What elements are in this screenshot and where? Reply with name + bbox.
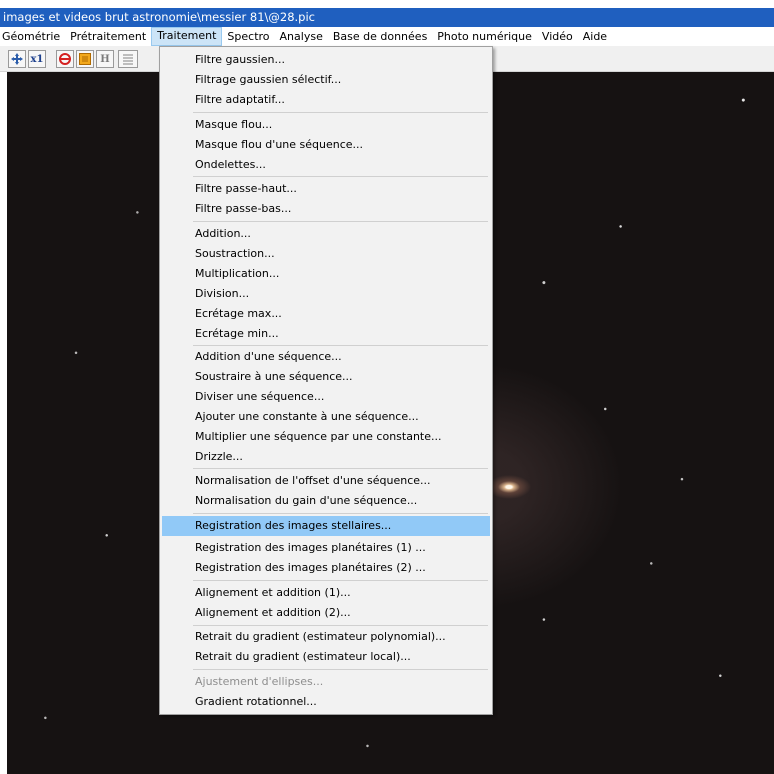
- menu-item-ecretage-max[interactable]: Ecrétage max...: [162, 304, 490, 324]
- menu-separator: [193, 112, 488, 113]
- list-icon[interactable]: [118, 50, 138, 68]
- menu-item-masque-flou-sequence[interactable]: Masque flou d'une séquence...: [162, 135, 490, 155]
- menu-item-soustraction[interactable]: Soustraction...: [162, 244, 490, 264]
- menu-item-multiplier-sequence-constante[interactable]: Multiplier une séquence par une constant…: [162, 427, 490, 447]
- menu-item-retrait-gradient-polynomial[interactable]: Retrait du gradient (estimateur polynomi…: [162, 627, 490, 647]
- menu-item-soustraire-sequence[interactable]: Soustraire à une séquence...: [162, 367, 490, 387]
- menu-item-addition[interactable]: Addition...: [162, 224, 490, 244]
- menu-separator: [193, 625, 488, 626]
- galaxy-m81: [487, 475, 531, 499]
- orange-square-icon[interactable]: [76, 50, 94, 68]
- menu-item-filtrage-gaussien-selectif[interactable]: Filtrage gaussien sélectif...: [162, 70, 490, 90]
- red-circle-icon[interactable]: [56, 50, 74, 68]
- h-button[interactable]: H: [96, 50, 114, 68]
- menu-separator: [193, 221, 488, 222]
- menu-item-masque-flou[interactable]: Masque flou...: [162, 115, 490, 135]
- menu-analyse[interactable]: Analyse: [275, 28, 328, 45]
- menu-item-gradient-rotationnel[interactable]: Gradient rotationnel...: [162, 692, 490, 712]
- menu-separator: [193, 345, 488, 346]
- menu-separator: [193, 669, 488, 670]
- menu-item-multiplication[interactable]: Multiplication...: [162, 264, 490, 284]
- move-icon[interactable]: [8, 50, 26, 68]
- menu-item-alignement-addition-1[interactable]: Alignement et addition (1)...: [162, 583, 490, 603]
- menu-aide[interactable]: Aide: [578, 28, 612, 45]
- menu-item-normalisation-offset[interactable]: Normalisation de l'offset d'une séquence…: [162, 471, 490, 491]
- zoom-x1-button[interactable]: x1: [28, 50, 46, 68]
- menu-base-de-donnees[interactable]: Base de données: [328, 28, 432, 45]
- menu-item-drizzle[interactable]: Drizzle...: [162, 447, 490, 467]
- menu-item-alignement-addition-2[interactable]: Alignement et addition (2)...: [162, 603, 490, 623]
- menu-separator: [193, 176, 488, 177]
- menu-item-filtre-passe-haut[interactable]: Filtre passe-haut...: [162, 179, 490, 199]
- menu-item-registration-planetaires-2[interactable]: Registration des images planétaires (2) …: [162, 558, 490, 578]
- menu-item-filtre-passe-bas[interactable]: Filtre passe-bas...: [162, 199, 490, 219]
- menubar: Géométrie Prétraitement Traitement Spect…: [0, 27, 774, 46]
- menu-separator: [193, 513, 488, 514]
- menu-item-ajustement-ellipses: Ajustement d'ellipses...: [195, 675, 324, 688]
- menu-separator: [193, 468, 488, 469]
- menu-item-ajouter-constante-sequence[interactable]: Ajouter une constante à une séquence...: [162, 407, 490, 427]
- menu-item-registration-planetaires-1[interactable]: Registration des images planétaires (1) …: [162, 538, 490, 558]
- menu-item-normalisation-gain[interactable]: Normalisation du gain d'une séquence...: [162, 491, 490, 511]
- menu-spectro[interactable]: Spectro: [222, 28, 274, 45]
- menu-geometrie[interactable]: Géométrie: [0, 28, 65, 45]
- menu-item-addition-sequence[interactable]: Addition d'une séquence...: [162, 347, 490, 367]
- menu-pretraitement[interactable]: Prétraitement: [65, 28, 151, 45]
- menu-item-registration-stellaires[interactable]: Registration des images stellaires...: [162, 516, 490, 536]
- menu-item-ondelettes[interactable]: Ondelettes...: [162, 155, 490, 175]
- menu-item-filtre-adaptatif[interactable]: Filtre adaptatif...: [162, 90, 490, 110]
- menu-traitement[interactable]: Traitement: [151, 27, 223, 46]
- menu-separator: [193, 580, 488, 581]
- menu-photo-numerique[interactable]: Photo numérique: [432, 28, 537, 45]
- menu-item-filtre-gaussien[interactable]: Filtre gaussien...: [162, 50, 490, 70]
- menu-item-retrait-gradient-local[interactable]: Retrait du gradient (estimateur local)..…: [162, 647, 490, 667]
- menu-item-ecretage-min[interactable]: Ecrétage min...: [162, 324, 490, 344]
- traitement-dropdown-menu: Filtre gaussien... Filtrage gaussien sél…: [159, 46, 493, 715]
- menu-item-division[interactable]: Division...: [162, 284, 490, 304]
- menu-video[interactable]: Vidéo: [537, 28, 578, 45]
- menu-item-diviser-sequence[interactable]: Diviser une séquence...: [162, 387, 490, 407]
- window-title: images et videos brut astronomie\messier…: [0, 8, 774, 27]
